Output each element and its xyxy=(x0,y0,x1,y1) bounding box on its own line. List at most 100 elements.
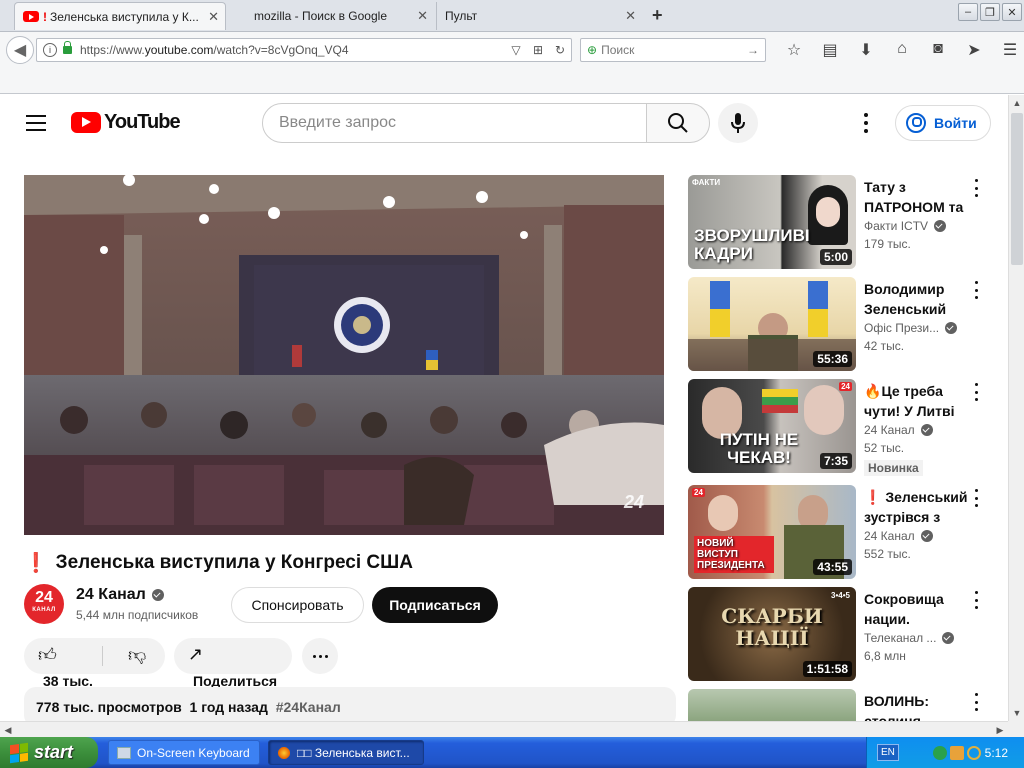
more-actions-button[interactable] xyxy=(302,638,338,674)
related-video[interactable]: 24 ПУТІН НЕ ЧЕКАВ! 7:35 🔥Це треба чути! … xyxy=(688,379,1008,476)
related-video[interactable]: 55:36 Володимир Зеленський Офіс Прези...… xyxy=(688,277,1008,371)
related-channel: Телеканал ... xyxy=(864,631,955,645)
start-button[interactable]: start xyxy=(0,737,98,768)
related-video[interactable]: ФАКТИ ЗВОРУШЛИВІ КАДРИ 5:00 Тату з ПАТРО… xyxy=(688,175,1008,269)
language-indicator[interactable]: EN xyxy=(877,744,899,761)
screen: ! Зеленська виступила у К... ✕ mozilla -… xyxy=(0,0,1024,768)
related-video[interactable]: 24 НОВИЙ ВИСТУП ПРЕЗИДЕНТА 43:55 ❗ Зелен… xyxy=(688,485,1008,579)
taskbar-item-keyboard[interactable]: On-Screen Keyboard xyxy=(108,740,260,765)
fire-icon: 🔥 xyxy=(864,383,882,399)
video-thumbnail[interactable]: ФАКТИ ЗВОРУШЛИВІ КАДРИ 5:00 xyxy=(688,175,856,269)
tray-icons xyxy=(932,745,981,760)
send-icon[interactable]: ➤ xyxy=(956,40,992,60)
more-options-icon[interactable] xyxy=(972,489,980,507)
video-player[interactable]: 24 xyxy=(24,175,664,535)
windows-logo-icon xyxy=(10,742,28,763)
dropdown-icon[interactable]: ▽ xyxy=(505,43,527,57)
scroll-right-icon[interactable]: ▶ xyxy=(992,722,1008,738)
vertical-scrollbar[interactable]: ▲ ▼ xyxy=(1008,95,1024,721)
task-label: □□ Зеленська вист... xyxy=(297,745,410,760)
close-tab-icon[interactable]: ✕ xyxy=(625,8,636,24)
clock[interactable]: 5:12 xyxy=(985,746,1008,760)
system-tray: EN 5:12 xyxy=(866,737,1024,768)
search-input[interactable]: Введите запрос xyxy=(262,103,648,143)
search-button[interactable] xyxy=(646,103,710,143)
search-tray-icon[interactable] xyxy=(966,745,981,760)
video-thumbnail[interactable]: 55:36 xyxy=(688,277,856,371)
more-options-icon[interactable] xyxy=(972,281,980,299)
scrollbar-thumb[interactable] xyxy=(1011,113,1023,265)
share-button[interactable]: ↗ xyxy=(174,638,292,674)
tab-google[interactable]: mozilla - Поиск в Google ✕ xyxy=(246,2,434,30)
address-bar[interactable]: i https://www.youtube.com/watch?v=8cVgOn… xyxy=(36,38,572,62)
close-window-icon[interactable]: ✕ xyxy=(1002,3,1022,21)
related-video[interactable]: 3•4•5 СКАРБИ НАЦІЇ 1:51:58 Сокровища нац… xyxy=(688,587,1008,681)
subscribe-button[interactable]: Подписаться xyxy=(372,587,498,623)
thumb-text: ПУТІН НЕ ЧЕКАВ! xyxy=(719,430,799,467)
reader-icon[interactable]: ▤ xyxy=(812,40,848,60)
scroll-up-icon[interactable]: ▲ xyxy=(1009,95,1024,111)
microphone-button[interactable] xyxy=(718,103,758,143)
taskbar-item-firefox[interactable]: □□ Зеленська вист... xyxy=(268,740,424,765)
browser-navbar: ◀ i https://www.youtube.com/watch?v=8cVg… xyxy=(0,32,1024,94)
pocket-icon[interactable]: ◙ xyxy=(920,40,956,60)
more-options-icon[interactable] xyxy=(972,383,980,401)
thumb-tag: 24 xyxy=(839,382,852,391)
hamburger-menu-icon[interactable] xyxy=(26,115,46,131)
microphone-icon xyxy=(731,113,745,133)
menu-icon[interactable]: ☰ xyxy=(992,40,1024,60)
download-icon[interactable]: ⬇ xyxy=(848,40,884,60)
tab-youtube[interactable]: ! Зеленська виступила у К... ✕ xyxy=(14,2,226,30)
hashtag-link[interactable]: #24Канал xyxy=(276,699,341,715)
video-thumbnail[interactable]: 3•4•5 СКАРБИ НАЦІЇ 1:51:58 xyxy=(688,587,856,681)
minimize-icon[interactable]: – xyxy=(958,3,978,21)
related-video[interactable]: ВОЛИНЬ: столиця xyxy=(688,689,1008,721)
network-icon[interactable] xyxy=(949,745,964,760)
more-options-icon[interactable] xyxy=(972,179,980,197)
close-tab-icon[interactable]: ✕ xyxy=(208,9,219,25)
more-options-icon[interactable] xyxy=(972,693,980,711)
exclamation-icon: ❗ xyxy=(24,553,48,574)
signin-button[interactable]: Войти xyxy=(895,105,991,141)
tab-label: mozilla - Поиск в Google xyxy=(254,9,387,23)
horizontal-scrollbar[interactable]: ◀ ▶ xyxy=(0,721,1008,737)
info-icon[interactable]: i xyxy=(43,43,57,57)
divider xyxy=(102,646,103,666)
new-badge: Новинка xyxy=(864,460,923,476)
thumbs-down-icon[interactable]: 👎︎ xyxy=(128,644,146,666)
go-arrow-icon[interactable]: → xyxy=(747,43,759,57)
related-title: Володимир Зеленський xyxy=(864,281,947,317)
home-icon[interactable]: ⌂ xyxy=(884,40,920,60)
account-icon xyxy=(906,113,926,133)
youtube-logo[interactable]: YouTube xyxy=(71,111,181,134)
more-options-icon[interactable] xyxy=(972,591,980,609)
settings-more-icon[interactable] xyxy=(858,111,874,135)
channel-watermark: 24 xyxy=(623,492,644,512)
video-thumbnail[interactable]: 24 ПУТІН НЕ ЧЕКАВ! 7:35 xyxy=(688,379,856,473)
channel-name[interactable]: 24 Канал xyxy=(76,586,164,604)
whatsapp-icon[interactable] xyxy=(932,745,947,760)
scroll-left-icon[interactable]: ◀ xyxy=(0,722,16,738)
thumb-tag: ФАКТИ xyxy=(692,178,721,187)
related-views: 52 тыс. xyxy=(864,441,905,455)
video-title: ❗ Зеленська виступила у Конгресі США xyxy=(24,551,413,575)
browser-search-field[interactable]: ⊕ Поиск → xyxy=(580,38,766,62)
star-icon[interactable]: ☆ xyxy=(776,40,812,60)
video-thumbnail[interactable] xyxy=(688,689,856,721)
back-arrow-icon[interactable]: ◀ xyxy=(6,36,34,64)
close-tab-icon[interactable]: ✕ xyxy=(417,8,428,24)
scroll-down-icon[interactable]: ▼ xyxy=(1009,705,1024,721)
thumb-text: ЗВОРУШЛИВІ КАДРИ xyxy=(694,226,810,263)
sponsor-button[interactable]: Спонсировать xyxy=(231,587,364,623)
url-text: https://www.youtube.com/watch?v=8cVgOnq_… xyxy=(80,43,349,57)
restore-icon[interactable]: ❐ xyxy=(980,3,1000,21)
grid-icon[interactable]: ⊞ xyxy=(527,43,549,57)
new-tab-icon[interactable]: + xyxy=(652,5,663,26)
description-box[interactable]: 778 тыс. просмотров 1 год назад #24Канал xyxy=(24,687,676,721)
tab-pult[interactable]: Пульт ✕ xyxy=(436,2,642,30)
thumbs-up-icon[interactable]: 👍︎ xyxy=(38,644,57,666)
channel-avatar[interactable]: 24 КАНАЛ xyxy=(24,584,64,624)
video-thumbnail[interactable]: 24 НОВИЙ ВИСТУП ПРЕЗИДЕНТА 43:55 xyxy=(688,485,856,579)
signin-label: Войти xyxy=(934,115,977,131)
reload-icon[interactable]: ↻ xyxy=(549,43,571,57)
